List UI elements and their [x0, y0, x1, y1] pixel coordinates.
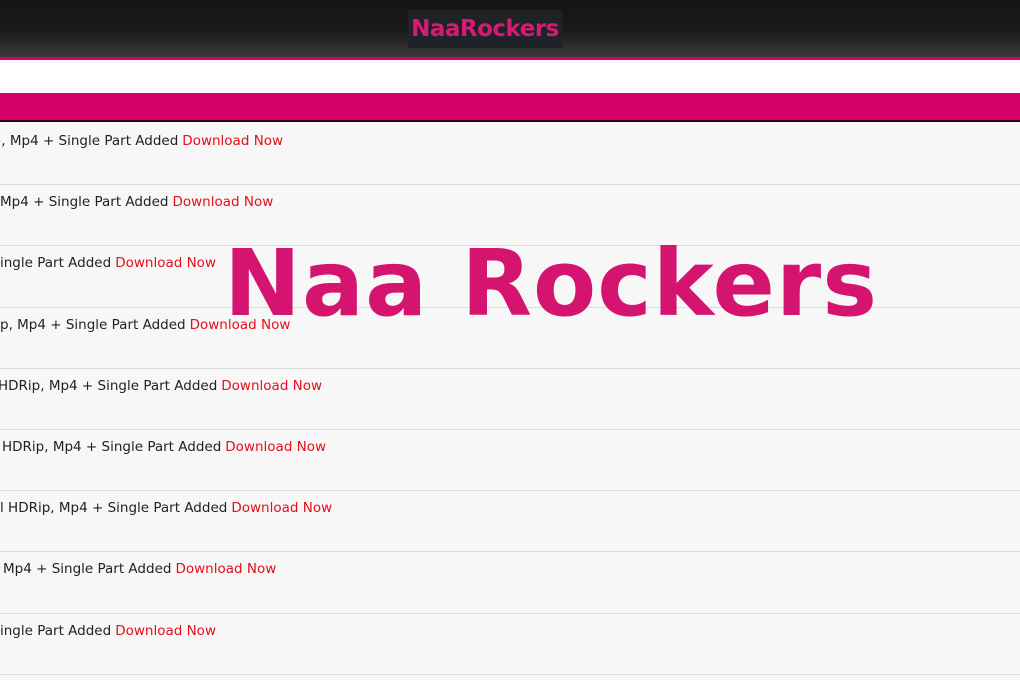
- post-text: HDRip, Mp4 + Single Part Added Download N…: [0, 377, 323, 394]
- list-item: HDRip, Mp4 + Single Part Added Download N…: [0, 429, 1020, 492]
- post-text: Mp4 + Single Part Added Download Now: [0, 194, 274, 211]
- post-text: ), Mp4 + Single Part Added Download Now: [0, 133, 284, 149]
- list-item: p, Mp4 + Single Part Added Download Now: [0, 307, 1020, 369]
- list-item: Mp4 + Single Part Added Download Now: [0, 185, 1020, 247]
- post-text: Mp4 + Single Part Added Download Now: [3, 561, 277, 578]
- post-list: ), Mp4 + Single Part Added Download Now M…: [0, 124, 1020, 680]
- post-text: p, Mp4 + Single Part Added Download Now: [0, 316, 291, 333]
- download-now-link[interactable]: Download Now: [172, 194, 273, 210]
- download-now-link[interactable]: Download Now: [221, 378, 322, 394]
- post-text: ingle Part Added Download Now: [0, 622, 216, 639]
- list-item: Mp4 + Single Part Added Download Now: [0, 552, 1020, 614]
- post-text: ingle Part Added Download Now: [0, 255, 216, 272]
- search-bar-area: [0, 63, 1020, 93]
- site-header: NaaRockers: [0, 0, 1020, 60]
- list-item: ingle Part Added Download Now: [0, 613, 1020, 675]
- download-now-link[interactable]: Download Now: [115, 255, 216, 271]
- post-text: HDRip, Mp4 + Single Part Added Download N…: [2, 438, 327, 455]
- download-now-link[interactable]: Download Now: [115, 623, 216, 639]
- site-logo[interactable]: NaaRockers: [408, 10, 562, 48]
- download-now-link[interactable]: Download Now: [231, 500, 332, 516]
- list-item: l HDRip, Mp4 + Single Part Added Download…: [0, 491, 1020, 553]
- list-item: ), Mp4 + Single Part Added Download Now: [0, 124, 1020, 186]
- list-item: HDRip, Mp4 + Single Part Added Download N…: [0, 368, 1020, 430]
- download-now-link[interactable]: Download Now: [175, 561, 276, 577]
- download-now-link[interactable]: Download Now: [225, 439, 326, 455]
- post-text: l HDRip, Mp4 + Single Part Added Download…: [0, 500, 333, 517]
- nav-bar: [0, 93, 1020, 122]
- page: NaaRockers ), Mp4 + Single Part Added Dow…: [0, 0, 1020, 680]
- download-now-link[interactable]: Download Now: [182, 133, 283, 149]
- download-now-link[interactable]: Download Now: [190, 317, 291, 333]
- list-item: ingle Part Added Download Now: [0, 246, 1020, 308]
